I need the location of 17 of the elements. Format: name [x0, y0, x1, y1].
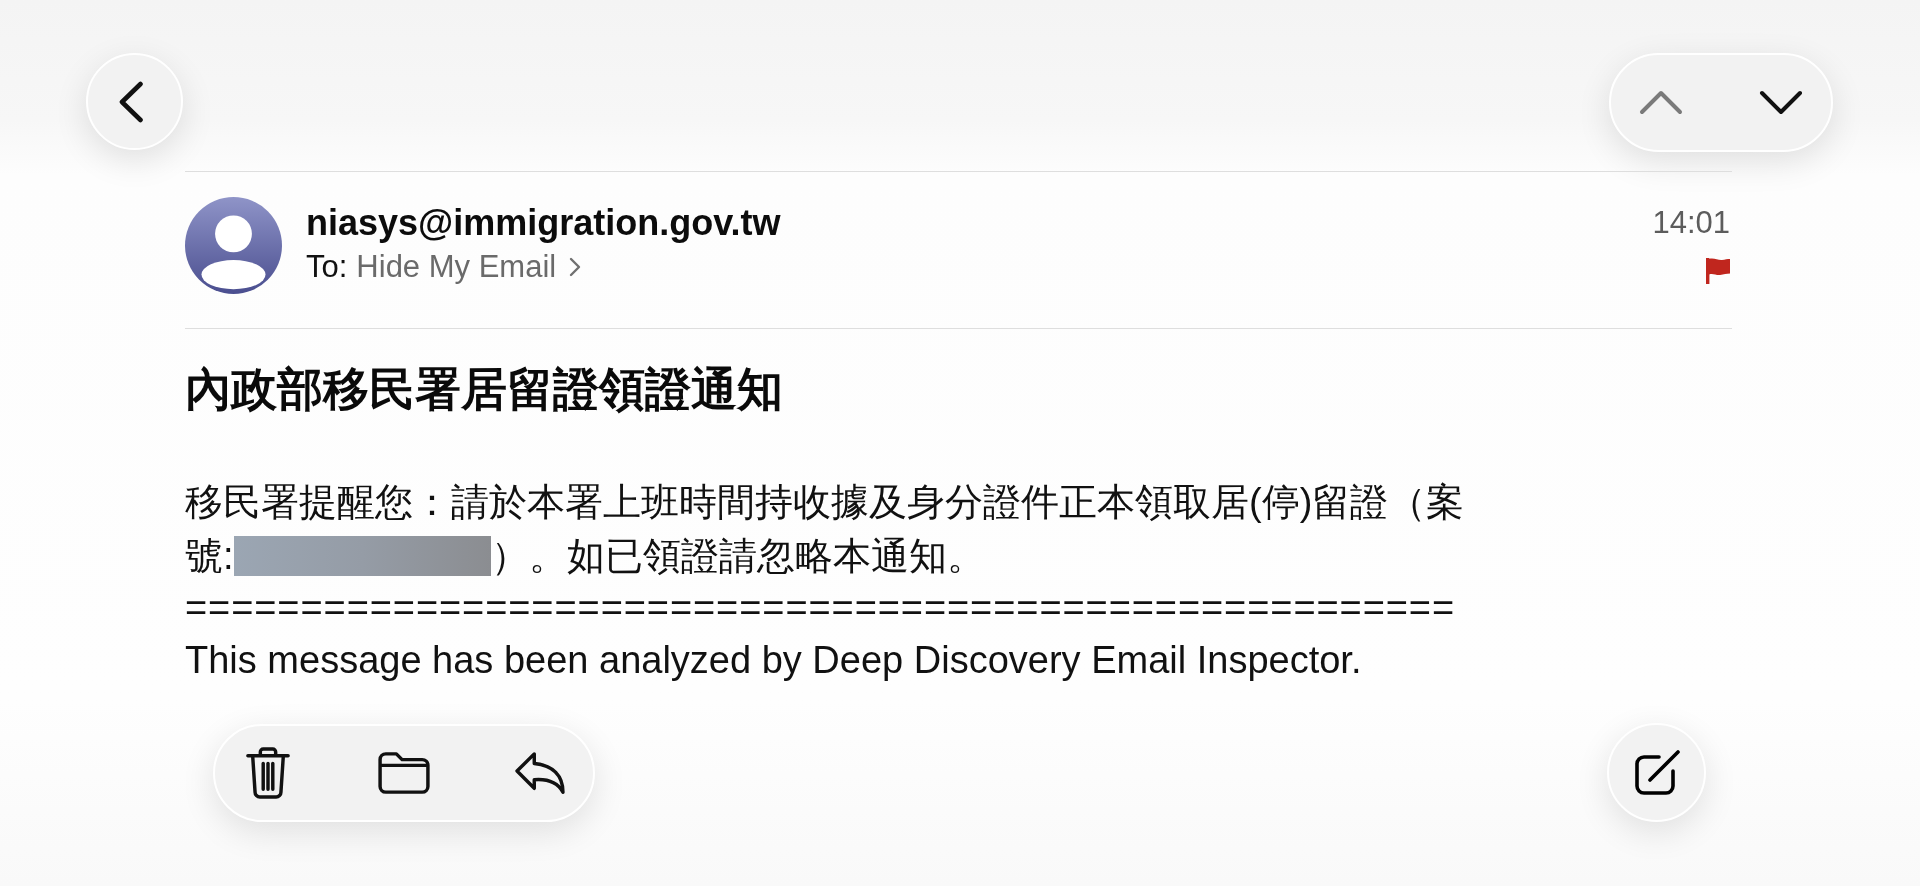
chevron-right-icon	[569, 257, 582, 277]
message-text: ）。如已領證請忽略本通知。	[490, 534, 985, 579]
recipient-button[interactable]: Hide My Email	[356, 248, 582, 286]
message-time: 14:01	[1652, 204, 1730, 242]
reply-icon	[514, 751, 566, 795]
scan-notice: This message has been analyzed by Deep Discovery Email Inspector.	[185, 638, 1363, 683]
separator-text: =======================================================	[185, 586, 1457, 631]
chevron-left-icon	[117, 80, 144, 123]
compose-icon	[1632, 748, 1681, 797]
folder-icon	[377, 751, 431, 795]
sender-address: niasys@immigration.gov.tw	[306, 201, 781, 245]
message-text: 號:	[185, 534, 234, 579]
avatar-icon	[185, 197, 282, 294]
message-text: 移民署提醒您：請於本署上班時間持收據及身分證件正本領取居(停)留證（案	[185, 480, 1465, 525]
message-subject: 內政部移民署居留證領證通知	[185, 362, 784, 417]
to-label: To:	[306, 248, 348, 286]
trash-icon	[245, 747, 291, 799]
